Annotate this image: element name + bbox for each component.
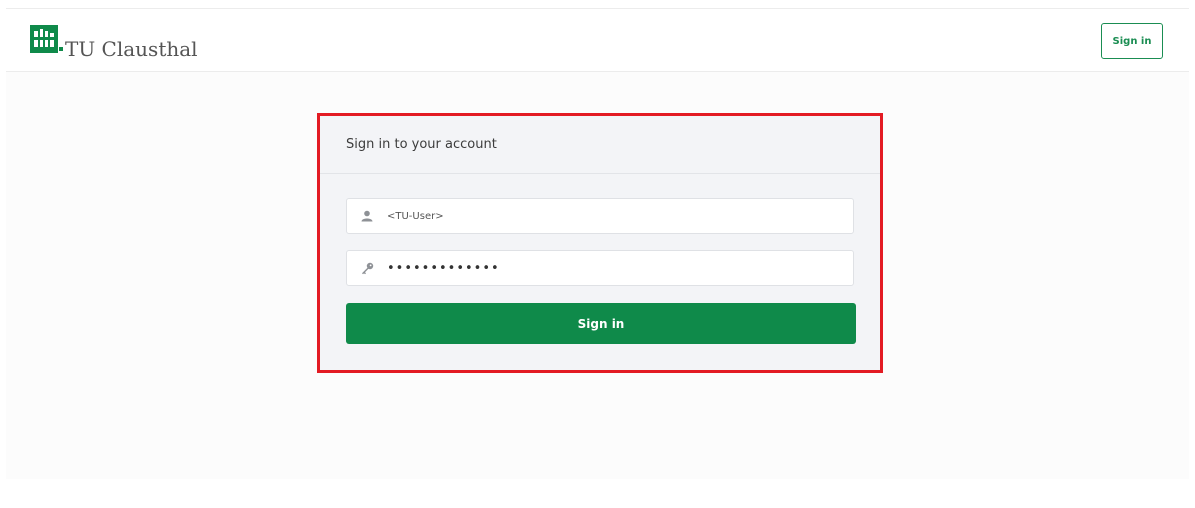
logo-dot bbox=[59, 47, 63, 51]
header-sign-in-button[interactable]: Sign in bbox=[1101, 23, 1163, 59]
top-navbar: TU Clausthal Sign in bbox=[6, 9, 1189, 72]
logo-text: TU Clausthal bbox=[65, 37, 198, 61]
tu-clausthal-logo[interactable]: TU Clausthal bbox=[30, 25, 198, 59]
logo-emblem-icon bbox=[30, 25, 58, 53]
highlight-box bbox=[317, 113, 883, 373]
